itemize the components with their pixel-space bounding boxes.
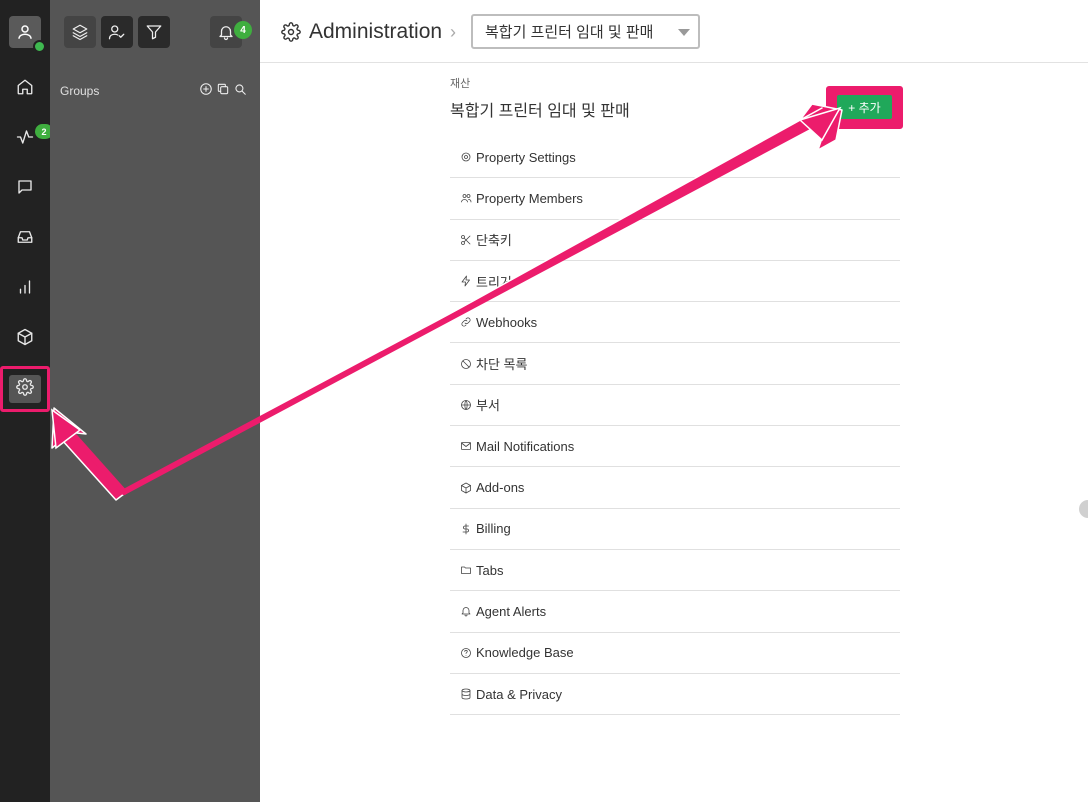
menu-property-members[interactable]: Property Members — [450, 178, 900, 220]
menu-block-list[interactable]: 차단 목록 — [450, 343, 900, 385]
property-heading: 복합기 프린터 임대 및 판매 — [450, 103, 630, 120]
globe-icon — [459, 398, 473, 412]
menu-label: Agent Alerts — [476, 603, 547, 619]
search-icon — [235, 84, 246, 95]
chat-icon — [18, 180, 32, 194]
menu-triggers[interactable]: 트리거 — [450, 261, 900, 303]
menu-label: 차단 목록 — [476, 357, 528, 373]
menu-label: Knowledge Base — [476, 645, 574, 661]
database-icon — [459, 687, 473, 701]
box-icon — [459, 481, 473, 495]
menu-label: Billing — [476, 521, 511, 537]
menu-label: Webhooks — [476, 314, 538, 330]
dollar-icon — [459, 522, 473, 536]
menu-shortcuts[interactable]: 단축키 — [450, 220, 900, 261]
menu-data-privacy[interactable]: Data & Privacy — [450, 674, 900, 716]
menu-knowledge-base[interactable]: Knowledge Base — [450, 633, 900, 674]
menu-departments[interactable]: 부서 — [450, 385, 900, 427]
layers-button[interactable] — [64, 16, 96, 48]
folder-icon — [459, 563, 473, 577]
reports-icon — [19, 280, 31, 294]
copy-icon — [217, 83, 229, 95]
home-icon — [17, 79, 33, 95]
menu-label: Mail Notifications — [476, 438, 575, 454]
menu-webhooks[interactable]: Webhooks — [450, 302, 900, 344]
rail-inbox[interactable] — [0, 217, 50, 257]
rail-reports[interactable] — [0, 267, 50, 307]
rail-settings[interactable] — [0, 367, 50, 407]
chevron-down-icon — [678, 29, 690, 36]
menu-label: Property Members — [476, 190, 583, 206]
bell-icon — [219, 26, 233, 41]
property-select[interactable]: 복합기 프린터 임대 및 판매 — [471, 14, 700, 49]
package-icon — [17, 328, 33, 346]
admin-menu: Property Settings Property Members 단축키 트… — [450, 137, 900, 716]
rail-package[interactable] — [0, 317, 50, 357]
header-bar: Administration › 복합기 프린터 임대 및 판매 — [260, 0, 1088, 63]
menu-label: 단축키 — [476, 233, 512, 249]
scissors-icon — [459, 233, 473, 247]
groups-label: Groups — [60, 84, 100, 98]
add-group-button[interactable] — [199, 82, 213, 101]
page-title: Administration — [309, 20, 443, 43]
layers-icon — [72, 24, 88, 41]
user-icon — [18, 25, 32, 39]
menu-agent-alerts[interactable]: Agent Alerts — [450, 591, 900, 633]
menu-label: Data & Privacy — [476, 686, 562, 702]
link-icon — [459, 315, 473, 329]
notification-count-badge: 4 — [234, 21, 252, 39]
menu-add-ons[interactable]: Add-ons — [450, 467, 900, 509]
chevron-right-icon: › — [450, 22, 456, 42]
activity-icon — [16, 130, 34, 144]
groups-actions — [199, 82, 247, 101]
users-icon — [459, 191, 473, 205]
rail-chat[interactable] — [0, 167, 50, 207]
add-button[interactable]: + 추가 — [837, 95, 892, 119]
assigned-to-me-button[interactable] — [101, 16, 133, 48]
bell-icon — [459, 604, 473, 618]
breadcrumb: 재산 — [450, 78, 471, 90]
inbox-icon — [17, 231, 33, 243]
menu-property-settings[interactable]: Property Settings — [450, 137, 900, 179]
menu-label: Property Settings — [476, 149, 576, 165]
bolt-icon — [459, 274, 473, 288]
copy-group-button[interactable] — [216, 82, 230, 101]
filter-icon — [146, 25, 162, 40]
filter-button[interactable] — [138, 16, 170, 48]
block-icon — [459, 357, 473, 371]
user-avatar[interactable] — [9, 16, 46, 53]
menu-label: Add-ons — [476, 480, 525, 496]
add-button-highlight: + 추가 — [826, 86, 903, 129]
groups-panel: 4 Groups — [50, 0, 260, 802]
plus-circle-icon — [200, 83, 212, 95]
search-group-button[interactable] — [233, 82, 247, 101]
mail-icon — [459, 439, 473, 453]
property-select-value: 복합기 프린터 임대 및 판매 — [485, 24, 654, 41]
icon-rail: 2 — [0, 0, 53, 802]
online-status-dot — [33, 40, 46, 53]
help-circle-icon — [459, 646, 473, 660]
menu-label: 트리거 — [476, 274, 512, 290]
scroll-handle[interactable] — [1079, 500, 1088, 518]
settings-icon — [16, 378, 34, 396]
menu-mail-notifications[interactable]: Mail Notifications — [450, 426, 900, 468]
menu-tabs[interactable]: Tabs — [450, 550, 900, 592]
menu-billing[interactable]: Billing — [450, 509, 900, 550]
menu-label: 부서 — [476, 398, 500, 414]
menu-label: Tabs — [476, 562, 504, 578]
gear-icon — [459, 150, 473, 164]
user-check-icon — [108, 25, 125, 40]
rail-home[interactable] — [0, 67, 50, 107]
